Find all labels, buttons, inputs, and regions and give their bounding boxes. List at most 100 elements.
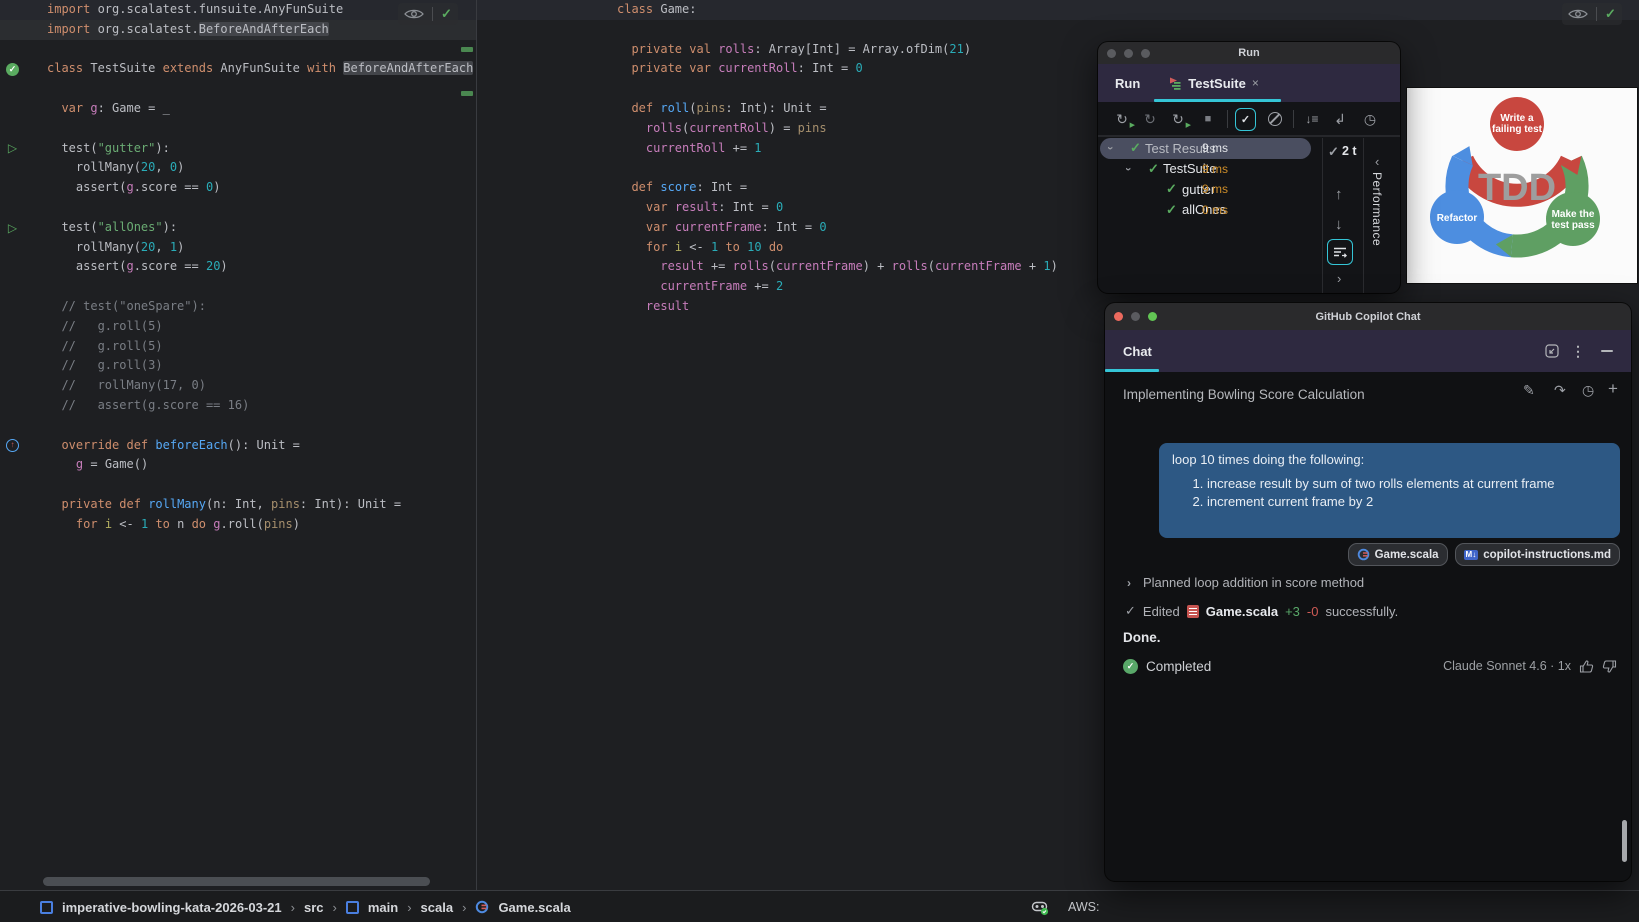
status-bar: imperative-bowling-kata-2026-03-21 › src…	[0, 890, 1639, 922]
breadcrumb-src[interactable]: src	[304, 900, 324, 915]
breadcrumb-file[interactable]: Game.scala	[498, 900, 570, 915]
sort-by-duration-icon[interactable]: ↓≡	[1302, 102, 1322, 136]
zoom-window-icon[interactable]	[1141, 48, 1150, 58]
tab-chat[interactable]: Chat	[1123, 344, 1152, 359]
error-stripe-mark[interactable]	[461, 91, 473, 96]
quill-edit-icon[interactable]: ✎	[1523, 382, 1535, 399]
window-controls[interactable]	[1114, 303, 1157, 330]
code-line: var g: Game = _	[61, 101, 170, 115]
analysis-ok-icon[interactable]: ✓	[1605, 6, 1616, 22]
stop-icon[interactable]: ■	[1198, 102, 1218, 136]
test-passed-icon: ✓	[1166, 181, 1177, 197]
chat-thread-title: Implementing Bowling Score Calculation	[1123, 387, 1365, 402]
minimize-window-icon[interactable]	[1131, 312, 1140, 321]
test-history-icon[interactable]: ◷	[1360, 102, 1380, 136]
chat-window-titlebar[interactable]: GitHub Copilot Chat	[1105, 303, 1631, 330]
close-window-icon[interactable]	[1114, 312, 1123, 321]
next-test-icon[interactable]: ↓	[1335, 216, 1343, 233]
breadcrumb-main[interactable]: main	[368, 900, 398, 915]
divider	[1596, 7, 1597, 21]
run-window-titlebar[interactable]: Run	[1098, 42, 1400, 64]
rerun-icon[interactable]: ↻	[1140, 102, 1160, 136]
divider	[1293, 110, 1294, 128]
chevron-right-icon[interactable]: ›	[1127, 576, 1131, 590]
aws-status-label[interactable]: AWS:	[1068, 891, 1099, 922]
code-line: private var currentRoll: Int = 0	[631, 61, 863, 76]
passed-count-label: 2 t	[1342, 144, 1357, 158]
history-icon[interactable]: ◷	[1582, 382, 1594, 399]
thumbs-up-icon[interactable]	[1579, 659, 1594, 674]
tests-passed-icon: ✓	[1328, 144, 1339, 159]
code-line: rollMany(20, 0)	[47, 160, 185, 175]
override-method-icon[interactable]: ↑	[5, 436, 20, 456]
run-test-icon[interactable]: ▷	[5, 218, 20, 238]
testsuite-row[interactable]: › ✓ TestSuite 9 ms	[1098, 159, 1322, 180]
run-test-icon[interactable]: ▷	[5, 139, 20, 159]
chevron-down-icon[interactable]: ›	[1100, 146, 1121, 150]
editor-left-testsuite[interactable]: import org.scalatest.funsuite.AnyFunSuit…	[0, 0, 476, 890]
edited-file-row: ✓ Edited Game.scala +3 -0 successfully.	[1125, 603, 1398, 619]
test-passed-icon: ✓	[1166, 201, 1177, 217]
context-chips: Game.scala M↓ copilot-instructions.md	[1347, 543, 1620, 566]
redo-icon[interactable]: ↷	[1554, 382, 1566, 399]
test-passed-icon: ✓	[1148, 160, 1159, 176]
show-passed-icon[interactable]: ✓	[1235, 102, 1256, 136]
error-stripe-mark[interactable]	[461, 47, 473, 52]
eye-icon[interactable]	[1568, 8, 1588, 20]
chevron-down-icon[interactable]: ›	[1118, 167, 1139, 171]
tdd-blue-label: Refactor	[1437, 213, 1478, 224]
tdd-green-label: Make the	[1552, 209, 1595, 220]
code-line: class TestSuite extends AnyFunSuite with…	[47, 61, 476, 76]
new-chat-icon[interactable]: +	[1608, 379, 1618, 399]
rerun-failed-tests-icon[interactable]: ↻ ▶	[1168, 102, 1191, 136]
filter-options-icon[interactable]	[1327, 239, 1353, 265]
breadcrumb-project[interactable]: imperative-bowling-kata-2026-03-21	[62, 900, 282, 915]
code-line: assert(g.score == 0)	[47, 180, 221, 195]
done-text: Done.	[1123, 630, 1161, 645]
copilot-status-icon[interactable]	[1031, 898, 1049, 916]
test-results-row[interactable]: › ✓ Test Results 9 ms	[1098, 138, 1322, 159]
chat-scrollbar[interactable]	[1622, 820, 1627, 862]
check-icon: ✓	[1125, 603, 1136, 618]
minimize-window-icon[interactable]	[1124, 48, 1133, 58]
eye-icon[interactable]	[404, 8, 424, 20]
thumbs-down-icon[interactable]	[1602, 659, 1617, 674]
chevron-right-icon: ›	[290, 899, 295, 915]
allones-test-row[interactable]: ✓ allOnes 0 ms	[1098, 200, 1322, 221]
more-options-icon[interactable]: ⋮	[1571, 343, 1585, 360]
breadcrumb: imperative-bowling-kata-2026-03-21 › src…	[40, 891, 571, 922]
tab-run[interactable]: Run	[1115, 76, 1140, 91]
chat-body: Implementing Bowling Score Calculation ✎…	[1105, 372, 1631, 881]
import-test-results-icon[interactable]: ↲	[1330, 102, 1350, 136]
collapse-strip-icon[interactable]: ‹	[1375, 154, 1379, 169]
code-line: def score: Int =	[631, 180, 748, 195]
code-line: for i <- 1 to n do g.roll(pins)	[75, 516, 300, 531]
close-window-icon[interactable]	[1107, 48, 1116, 58]
lines-added: +3	[1285, 603, 1300, 619]
previous-test-icon[interactable]: ↑	[1335, 186, 1343, 203]
performance-tab-label[interactable]: Performance	[1370, 172, 1384, 246]
analysis-ok-icon[interactable]: ✓	[441, 6, 452, 22]
dock-window-icon[interactable]	[1545, 344, 1559, 358]
lines-removed: -0	[1306, 603, 1319, 619]
run-class-passed-icon[interactable]: ✓	[5, 59, 20, 79]
code-line: currentRoll += 1	[645, 140, 762, 155]
context-chip-copilot-instructions[interactable]: M↓ copilot-instructions.md	[1454, 543, 1620, 566]
tab-testsuite[interactable]: TestSuite ×	[1168, 76, 1259, 91]
gutter-test-row[interactable]: ✓ gutter 9 ms	[1098, 179, 1322, 200]
context-chip-game-scala[interactable]: Game.scala	[1347, 543, 1448, 566]
edited-file-name[interactable]: Game.scala	[1206, 604, 1278, 619]
divider	[1322, 138, 1323, 293]
window-controls[interactable]	[1107, 42, 1150, 64]
zoom-window-icon[interactable]	[1148, 312, 1157, 321]
close-tab-icon[interactable]: ×	[1252, 76, 1259, 90]
test-duration: 9 ms	[1201, 182, 1228, 197]
expand-panel-icon[interactable]: ›	[1337, 271, 1341, 286]
horizontal-scrollbar[interactable]	[43, 877, 430, 886]
code-line: // assert(g.score == 16)	[47, 398, 250, 412]
breadcrumb-scala[interactable]: scala	[421, 900, 454, 915]
collapsed-step-row[interactable]: › Planned loop addition in score method	[1127, 575, 1364, 590]
show-ignored-icon[interactable]	[1265, 102, 1285, 136]
hide-panel-icon[interactable]	[1601, 350, 1613, 352]
rerun-tests-icon[interactable]: ↻ ▶	[1112, 102, 1135, 136]
